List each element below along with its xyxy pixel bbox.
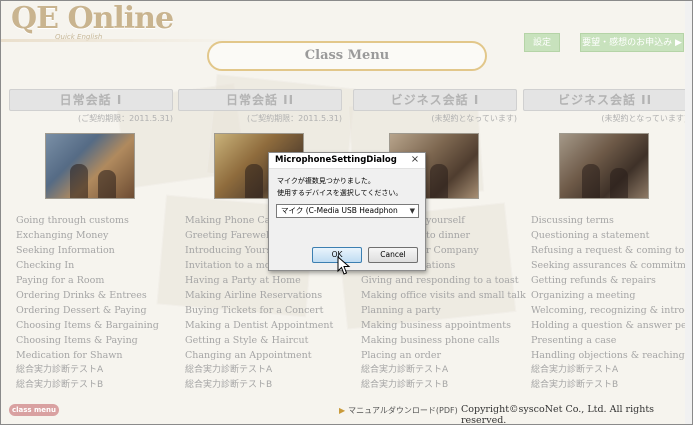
lesson-item[interactable]: Refusing a request & coming to an agre [531,243,687,258]
lesson-item[interactable]: Making Airline Reservations [185,288,360,303]
close-icon[interactable]: × [409,154,421,166]
lesson-list-3b: Giving and responding to a toast Making … [361,273,531,393]
lesson-item[interactable]: Seeking assurances & commitments [531,258,687,273]
lesson-item[interactable]: Going through customs [16,213,196,228]
dialog-message-line-2: 使用するデバイスを選択してください。 [277,189,403,197]
lesson-list-1: Going through customs Exchanging Money S… [16,213,196,393]
contract-note: (ご契約期限：2011.5.31) [247,114,342,123]
dialog-title: MicrophoneSettingDialog [275,155,397,165]
mouse-cursor-icon [337,256,351,275]
triangle-right-icon: ▶ [339,406,346,415]
lesson-item[interactable]: Ordering Drinks & Entrees [16,288,196,303]
lesson-item[interactable]: Making a Dentist Appointment [185,318,360,333]
settings-button[interactable]: 設定 [524,33,560,52]
lesson-item[interactable]: Exchanging Money [16,228,196,243]
test-item[interactable]: 総合実力診断テストA [361,363,531,378]
lesson-item[interactable]: Presenting a case [531,333,687,348]
lesson-item[interactable]: Paying for a Room [16,273,196,288]
header-divider [1,39,241,42]
lesson-item[interactable]: Making business appointments [361,318,531,333]
course-title[interactable]: 日常会話 I [9,89,173,111]
copyright-text: Copyright©syscoNet Co., Ltd. All rights … [461,404,655,425]
logo[interactable]: QE Online Quick English [11,1,174,42]
lesson-item[interactable]: Medication for Shawn [16,348,196,363]
dialog-message: マイクが複数見つかりました。 使用するデバイスを選択してください。 [277,175,402,199]
contract-note: (ご契約期限：2011.5.31) [78,114,173,123]
lesson-list-2b: Having a Party at Home Making Airline Re… [185,273,360,393]
course-column-4: ビジネス会話 II (未契約となっています) [523,89,687,199]
lesson-item[interactable]: Choosing Items & Paying [16,333,196,348]
class-menu-button[interactable]: class menu [9,404,59,416]
dialog-message-line-1: マイクが複数見つかりました。 [277,177,375,185]
manual-download-link[interactable]: ▶ マニュアルダウンロード(PDF) [339,405,458,416]
manual-label: マニュアルダウンロード(PDF) [348,406,458,415]
test-item[interactable]: 総合実力診断テストB [361,378,531,393]
lesson-item[interactable]: Organizing a meeting [531,288,687,303]
course-title[interactable]: ビジネス会話 II [523,89,687,111]
test-item[interactable]: 総合実力診断テストB [16,378,196,393]
lesson-item[interactable]: Buying Tickets for a Concert [185,303,360,318]
cancel-button[interactable]: Cancel [368,247,418,263]
logo-text: QE Online [11,1,174,36]
page-title: Class Menu [207,41,487,71]
vertical-scrollbar[interactable] [685,1,692,424]
contract-note: (未契約となっています) [431,114,517,123]
device-select[interactable]: マイク (C-Media USB Headphon ▼ [276,204,419,218]
test-item[interactable]: 総合実力診断テストB [185,378,360,393]
lesson-item[interactable]: Having a Party at Home [185,273,360,288]
lesson-item[interactable]: Planning a party [361,303,531,318]
lesson-item[interactable]: Placing an order [361,348,531,363]
lesson-item[interactable]: Making business phone calls [361,333,531,348]
test-item[interactable]: 総合実力診断テストA [16,363,196,378]
lesson-item[interactable]: Checking In [16,258,196,273]
course-thumbnail[interactable] [45,133,135,199]
test-item[interactable]: 総合実力診断テストA [185,363,360,378]
app-window: QE Online Quick English 設定 要望・感想のお申込み ▶ … [0,0,693,425]
course-thumbnail[interactable] [559,133,649,199]
test-item[interactable]: 総合実力診断テストA [531,363,687,378]
lesson-item[interactable]: to dinner [426,228,486,243]
lesson-item[interactable]: Getting refunds & repairs [531,273,687,288]
lesson-item[interactable]: Changing an Appointment [185,348,360,363]
microphone-setting-dialog: MicrophoneSettingDialog × マイクが複数見つかりました。… [268,152,426,271]
lesson-list-4: Discussing terms Questioning a statement… [531,213,687,393]
lesson-list-3: yourself to dinner r Company ations [426,213,486,273]
lesson-item[interactable]: Getting a Style & Haircut [185,333,360,348]
device-select-value: マイク (C-Media USB Headphon [281,206,398,215]
lesson-item[interactable]: Handling objections & reaching a cons [531,348,687,363]
lesson-item[interactable]: Making office visits and small talk [361,288,531,303]
course-column-1: 日常会話 I (ご契約期限：2011.5.31) [9,89,173,199]
lesson-item[interactable]: yourself [426,213,486,228]
dialog-titlebar[interactable]: MicrophoneSettingDialog × [269,153,425,169]
lesson-item[interactable]: Welcoming, recognizing & introducing [531,303,687,318]
test-item[interactable]: 総合実力診断テストB [531,378,687,393]
lesson-item[interactable]: Choosing Items & Bargaining [16,318,196,333]
lesson-item[interactable]: ations [426,258,486,273]
lesson-item[interactable]: r Company [426,243,486,258]
course-title[interactable]: ビジネス会話 I [353,89,517,111]
contract-note: (未契約となっています) [601,114,687,123]
lesson-item[interactable]: Giving and responding to a toast [361,273,531,288]
lesson-item[interactable]: Ordering Dessert & Paying [16,303,196,318]
lesson-item[interactable]: Seeking Information [16,243,196,258]
dialog-body: マイクが複数見つかりました。 使用するデバイスを選択してください。 マイク (C… [269,169,425,270]
course-title[interactable]: 日常会話 II [178,89,342,111]
contact-button[interactable]: 要望・感想のお申込み ▶ [580,33,684,52]
chevron-down-icon: ▼ [409,207,415,215]
lesson-item[interactable]: Discussing terms [531,213,687,228]
lesson-item[interactable]: Questioning a statement [531,228,687,243]
lesson-item[interactable]: Holding a question & answer period [531,318,687,333]
